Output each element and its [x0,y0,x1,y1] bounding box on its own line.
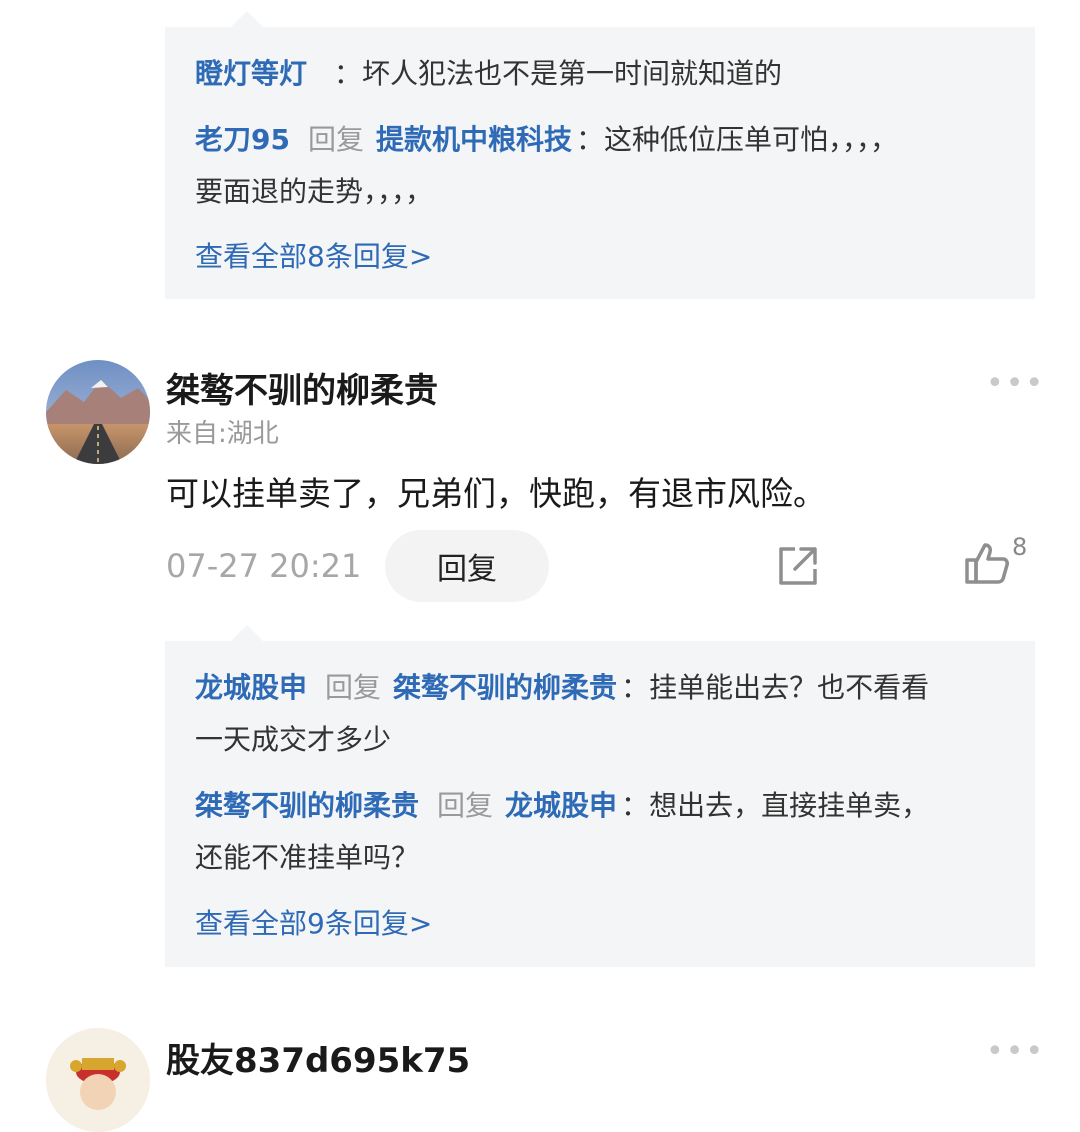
reply-word: 回复 [437,789,494,822]
reply-button-label: 回复 [437,552,497,587]
comment-author[interactable]: 桀骜不驯的柳柔贵 [166,363,438,412]
more-dots-icon[interactable]: ••• [986,366,1045,401]
reply-text: 还能不准挂单吗？ [195,841,420,874]
reply-item[interactable]: 老刀95 回复 提款机中粮科技 ：这种低位压单可怕，，，， [195,115,995,165]
avatar-image [46,360,150,464]
reply-username[interactable]: 瞪灯等灯 [195,57,307,90]
reply-text-continued: 还能不准挂单吗？ [195,833,995,883]
reply-username[interactable]: 龙城股申 [195,671,307,704]
avatar-image [46,1028,150,1132]
reply-thread-2: 龙城股申 回复 桀骜不驯的柳柔贵 ：挂单能出去？也不看看 一天成交才多少 桀骜不驯的柳… [165,625,1035,967]
view-all-replies-link[interactable]: 查看全部8条回复> [195,237,432,277]
reply-text-continued: 要面退的走势，，，， [195,167,995,217]
more-dots-icon[interactable]: ••• [986,1034,1045,1069]
reply-text-continued: 一天成交才多少 [195,715,995,765]
reply-button[interactable]: 回复 [385,530,549,602]
reply-word: 回复 [325,671,382,704]
thumbs-up-icon[interactable] [964,540,1010,590]
view-all-replies-link[interactable]: 查看全部9条回复> [195,904,432,944]
reply-target-username[interactable]: 龙城股申 [505,789,617,822]
reply-word: 回复 [307,123,364,156]
comment-text: 可以挂单卖了，兄弟们，快跑，有退市风险。 [166,474,826,513]
reply-text: 想出去，直接挂单卖， [649,789,930,822]
reply-target-username[interactable]: 提款机中粮科技 [376,123,572,156]
reply-text: 挂单能出去？也不看看 [649,671,930,704]
reply-item[interactable]: 龙城股申 回复 桀骜不驯的柳柔贵 ：挂单能出去？也不看看 [195,663,995,713]
reply-thread-1: 瞪灯等灯 ：坏人犯法也不是第一时间就知道的 老刀95 回复 提款机中粮科技 ：这种低位… [165,11,1035,299]
reply-item[interactable]: 桀骜不驯的柳柔贵 回复 龙城股申 ：想出去，直接挂单卖， [195,781,995,831]
reply-item[interactable]: 瞪灯等灯 ：坏人犯法也不是第一时间就知道的 [195,49,995,99]
reply-text: 坏人犯法也不是第一时间就知道的 [361,57,782,90]
like-count: 8 [1012,533,1028,561]
reply-text: 这种低位压单可怕，，，， [604,123,899,156]
comment-location: 来自:湖北 [166,419,279,449]
share-icon[interactable] [777,545,819,591]
comment-author[interactable]: 股友837d695k75 [166,1033,470,1082]
comment-timestamp: 07-27 20:21 [166,547,362,585]
reply-target-username[interactable]: 桀骜不驯的柳柔贵 [393,671,617,704]
reply-username[interactable]: 桀骜不驯的柳柔贵 [195,789,419,822]
reply-username[interactable]: 老刀95 [195,123,290,156]
reply-text: 要面退的走势，，，， [195,175,434,208]
reply-text: 一天成交才多少 [195,723,392,756]
avatar[interactable] [46,1028,150,1132]
avatar[interactable] [46,360,150,464]
